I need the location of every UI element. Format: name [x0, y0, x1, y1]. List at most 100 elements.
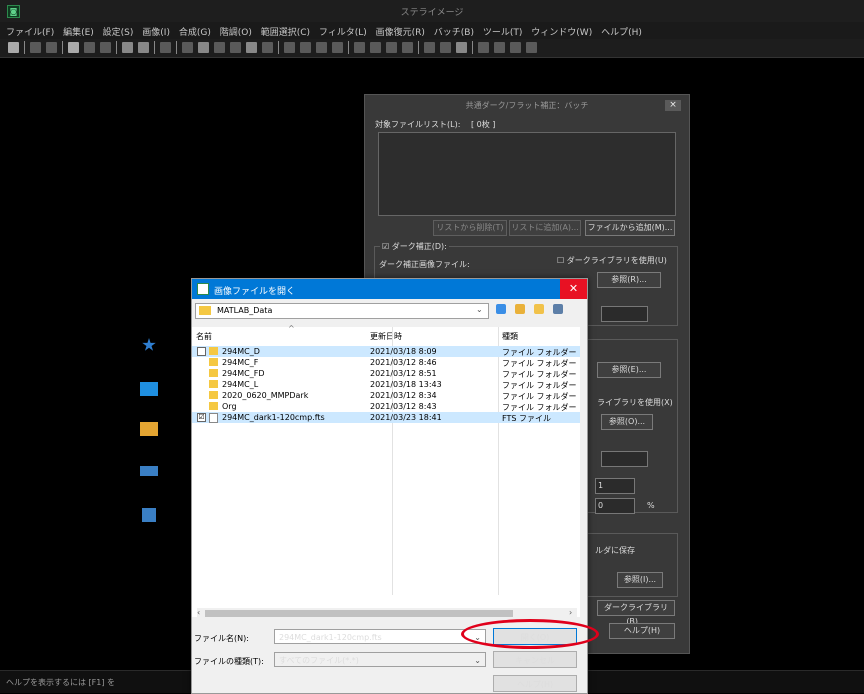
- layout-icon[interactable]: [84, 42, 95, 53]
- browse-e-button[interactable]: 参照(E)...: [597, 362, 661, 378]
- open-dialog-titlebar: 画像ファイルを開く ✕: [192, 279, 587, 299]
- file-row[interactable]: 294MC_FD 2021/03/12 8:51 ファイル フォルダー: [192, 368, 580, 379]
- file-row[interactable]: 2020_0620_MMPDark 2021/03/12 8:34 ファイル フ…: [192, 390, 580, 401]
- close-button[interactable]: ✕: [560, 279, 587, 299]
- file-row-selected[interactable]: ☑ 294MC_dark1-120cmp.fts 2021/03/23 18:4…: [192, 412, 580, 423]
- file-row[interactable]: Org 2021/03/12 8:43 ファイル フォルダー: [192, 401, 580, 412]
- dark-value-field[interactable]: [601, 306, 648, 322]
- image-icon[interactable]: [68, 42, 79, 53]
- toolbar-separator: [154, 41, 155, 54]
- dark-correction-checkbox[interactable]: ☑ ダーク補正(D):: [380, 241, 449, 252]
- print-icon[interactable]: [46, 42, 57, 53]
- menu-restore[interactable]: 画像復元(R): [376, 25, 425, 38]
- column-type[interactable]: 種類: [502, 331, 518, 342]
- file-count: [ 0枚 ]: [471, 120, 496, 129]
- add-from-file-button[interactable]: ファイルから追加(M)...: [585, 220, 675, 236]
- menu-batch[interactable]: バッチ(B): [434, 25, 474, 38]
- browse-r-button[interactable]: 参照(R)...: [597, 272, 661, 288]
- menu-tools[interactable]: ツール(T): [483, 25, 523, 38]
- menu-filter[interactable]: フィルタ(L): [319, 25, 367, 38]
- tool4-icon[interactable]: [526, 42, 537, 53]
- place-network[interactable]: ネットワーク: [114, 508, 184, 536]
- monitor-icon[interactable]: [122, 42, 133, 53]
- tool-icon[interactable]: [478, 42, 489, 53]
- remove-from-list-button[interactable]: リストから削除(T): [433, 220, 507, 236]
- browse-i-button[interactable]: 参照(I)...: [617, 572, 663, 588]
- deconvolve-icon[interactable]: [386, 42, 397, 53]
- row-checkbox[interactable]: ☑: [197, 413, 206, 422]
- grid-icon[interactable]: [100, 42, 111, 53]
- tool3-icon[interactable]: [510, 42, 521, 53]
- batch-icon[interactable]: [424, 42, 435, 53]
- file-row[interactable]: 294MC_D 2021/03/18 8:09 ファイル フォルダー: [192, 346, 580, 357]
- menu-tone[interactable]: 階調(O): [220, 25, 252, 38]
- location-combo[interactable]: MATLAB_Data ⌄: [195, 303, 489, 319]
- file-row[interactable]: 294MC_L 2021/03/18 13:43 ファイル フォルダー: [192, 379, 580, 390]
- menu-window[interactable]: ウィンドウ(W): [531, 25, 592, 38]
- row-checkbox[interactable]: [197, 347, 206, 356]
- stack-icon[interactable]: [300, 42, 311, 53]
- align-icon[interactable]: [284, 42, 295, 53]
- horizontal-scrollbar[interactable]: ‹ ›: [197, 608, 577, 618]
- menu-file[interactable]: ファイル(F): [6, 25, 54, 38]
- up-folder-icon[interactable]: [514, 304, 525, 314]
- filename-field[interactable]: 294MC_dark1-120cmp.fts ⌄: [274, 629, 486, 644]
- place-pc[interactable]: PC: [114, 466, 184, 488]
- add-to-list-button[interactable]: リストに追加(A)...: [509, 220, 581, 236]
- filetype-select[interactable]: すべてのファイル(*.*) ⌄: [274, 652, 486, 667]
- scrollbar-thumb[interactable]: [205, 610, 513, 617]
- menu-composite[interactable]: 合成(G): [179, 25, 211, 38]
- place-label: デスクトップ: [125, 400, 173, 409]
- window-icon[interactable]: [138, 42, 149, 53]
- save-icon[interactable]: [30, 42, 41, 53]
- batch-flat-icon[interactable]: [456, 42, 467, 53]
- view-menu-icon[interactable]: [552, 304, 563, 314]
- file-list[interactable]: 名前 ^ 更新日時 種類 294MC_D 2021/03/18 8:09 ファイ…: [192, 324, 580, 617]
- dark-library-button[interactable]: ダークライブラリ(B)...: [597, 600, 675, 626]
- undo-icon[interactable]: [160, 42, 171, 53]
- tone-icon[interactable]: [246, 42, 257, 53]
- place-desktop[interactable]: デスクトップ: [114, 382, 184, 410]
- spin-field-2[interactable]: 0: [595, 498, 635, 514]
- star-icon[interactable]: [332, 42, 343, 53]
- curve-icon[interactable]: [182, 42, 193, 53]
- new-folder-icon[interactable]: [533, 304, 544, 314]
- file-date: 2021/03/23 18:41: [370, 413, 442, 422]
- menu-settings[interactable]: 設定(S): [103, 25, 134, 38]
- place-label: クイック アクセス: [115, 356, 183, 365]
- measure-icon[interactable]: [354, 42, 365, 53]
- cancel-button[interactable]: キャンセル: [493, 651, 577, 668]
- tool2-icon[interactable]: [494, 42, 505, 53]
- help-button[interactable]: ヘルプ(H): [493, 675, 577, 692]
- dark-library-checkbox[interactable]: ☐ ダークライブラリを使用(U): [557, 255, 667, 266]
- scroll-left-icon[interactable]: ‹: [197, 608, 200, 617]
- back-icon[interactable]: [496, 304, 506, 314]
- menu-image[interactable]: 画像(I): [142, 25, 170, 38]
- file-row[interactable]: 294MC_F 2021/03/12 8:46 ファイル フォルダー: [192, 357, 580, 368]
- compose-icon[interactable]: [316, 42, 327, 53]
- place-quick-access[interactable]: クイック アクセス: [114, 338, 184, 366]
- filter-icon[interactable]: [262, 42, 273, 53]
- menu-select[interactable]: 範囲選択(C): [261, 25, 310, 38]
- browse-o-button[interactable]: 参照(O)...: [601, 414, 653, 430]
- menu-edit[interactable]: 編集(E): [63, 25, 94, 38]
- menu-help[interactable]: ヘルプ(H): [601, 25, 642, 38]
- sharpen-icon[interactable]: [402, 42, 413, 53]
- column-name[interactable]: 名前: [196, 331, 212, 342]
- open-icon[interactable]: [8, 42, 19, 53]
- batch-close-button[interactable]: ×: [665, 100, 681, 111]
- target-file-list[interactable]: [378, 132, 676, 216]
- library-x-checkbox[interactable]: ライブラリを使用(X): [597, 397, 673, 408]
- batch-help-button[interactable]: ヘルプ(H): [609, 623, 675, 639]
- filename-value: 294MC_dark1-120cmp.fts: [279, 633, 382, 642]
- flat-value-field[interactable]: [601, 451, 648, 467]
- batch-dark-icon[interactable]: [440, 42, 451, 53]
- level-icon[interactable]: [214, 42, 225, 53]
- scroll-right-icon[interactable]: ›: [569, 608, 572, 617]
- spin-field-1[interactable]: 1: [595, 478, 635, 494]
- restore-icon[interactable]: [370, 42, 381, 53]
- column-date[interactable]: 更新日時: [370, 331, 402, 342]
- place-library[interactable]: ライブラリ: [114, 422, 184, 450]
- histogram-icon[interactable]: [198, 42, 209, 53]
- color-icon[interactable]: [230, 42, 241, 53]
